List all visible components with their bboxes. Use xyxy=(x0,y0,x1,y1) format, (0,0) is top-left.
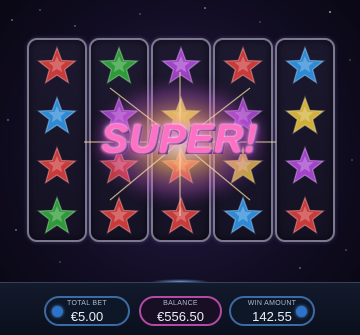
star-icon xyxy=(98,45,140,85)
star-icon xyxy=(36,45,78,85)
win-amount-value: 142.55 xyxy=(252,309,292,324)
total-bet-label: TOTAL BET xyxy=(67,300,107,307)
win-amount-panel: WIN AMOUNT 142.55 xyxy=(229,296,315,326)
star-icon xyxy=(160,45,202,85)
star-icon xyxy=(36,195,78,235)
balance-panel: BALANCE €556.50 xyxy=(139,296,222,326)
super-win-banner: SUPER! xyxy=(101,117,259,161)
star-icon xyxy=(284,195,326,235)
star-icon xyxy=(160,195,202,235)
star-icon xyxy=(222,45,264,85)
slot-game: SUPER! TOTAL BET €5.00 BALANCE €556.50 W… xyxy=(0,0,360,335)
star-icon xyxy=(98,195,140,235)
balance-label: BALANCE xyxy=(163,300,198,307)
balance-value: €556.50 xyxy=(157,309,204,324)
star-icon xyxy=(222,195,264,235)
total-bet-panel[interactable]: TOTAL BET €5.00 xyxy=(44,296,130,326)
star-icon xyxy=(284,45,326,85)
total-bet-value: €5.00 xyxy=(70,309,104,324)
win-amount-label: WIN AMOUNT xyxy=(247,300,297,307)
